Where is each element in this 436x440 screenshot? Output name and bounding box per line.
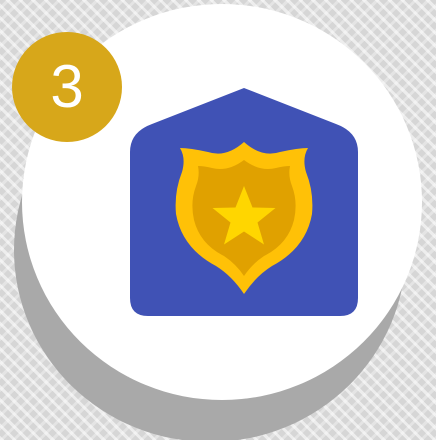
- step-card: 3: [0, 0, 436, 440]
- step-number: 3: [50, 53, 84, 120]
- police-station-icon: [128, 86, 360, 318]
- step-number-badge: 3: [12, 32, 122, 142]
